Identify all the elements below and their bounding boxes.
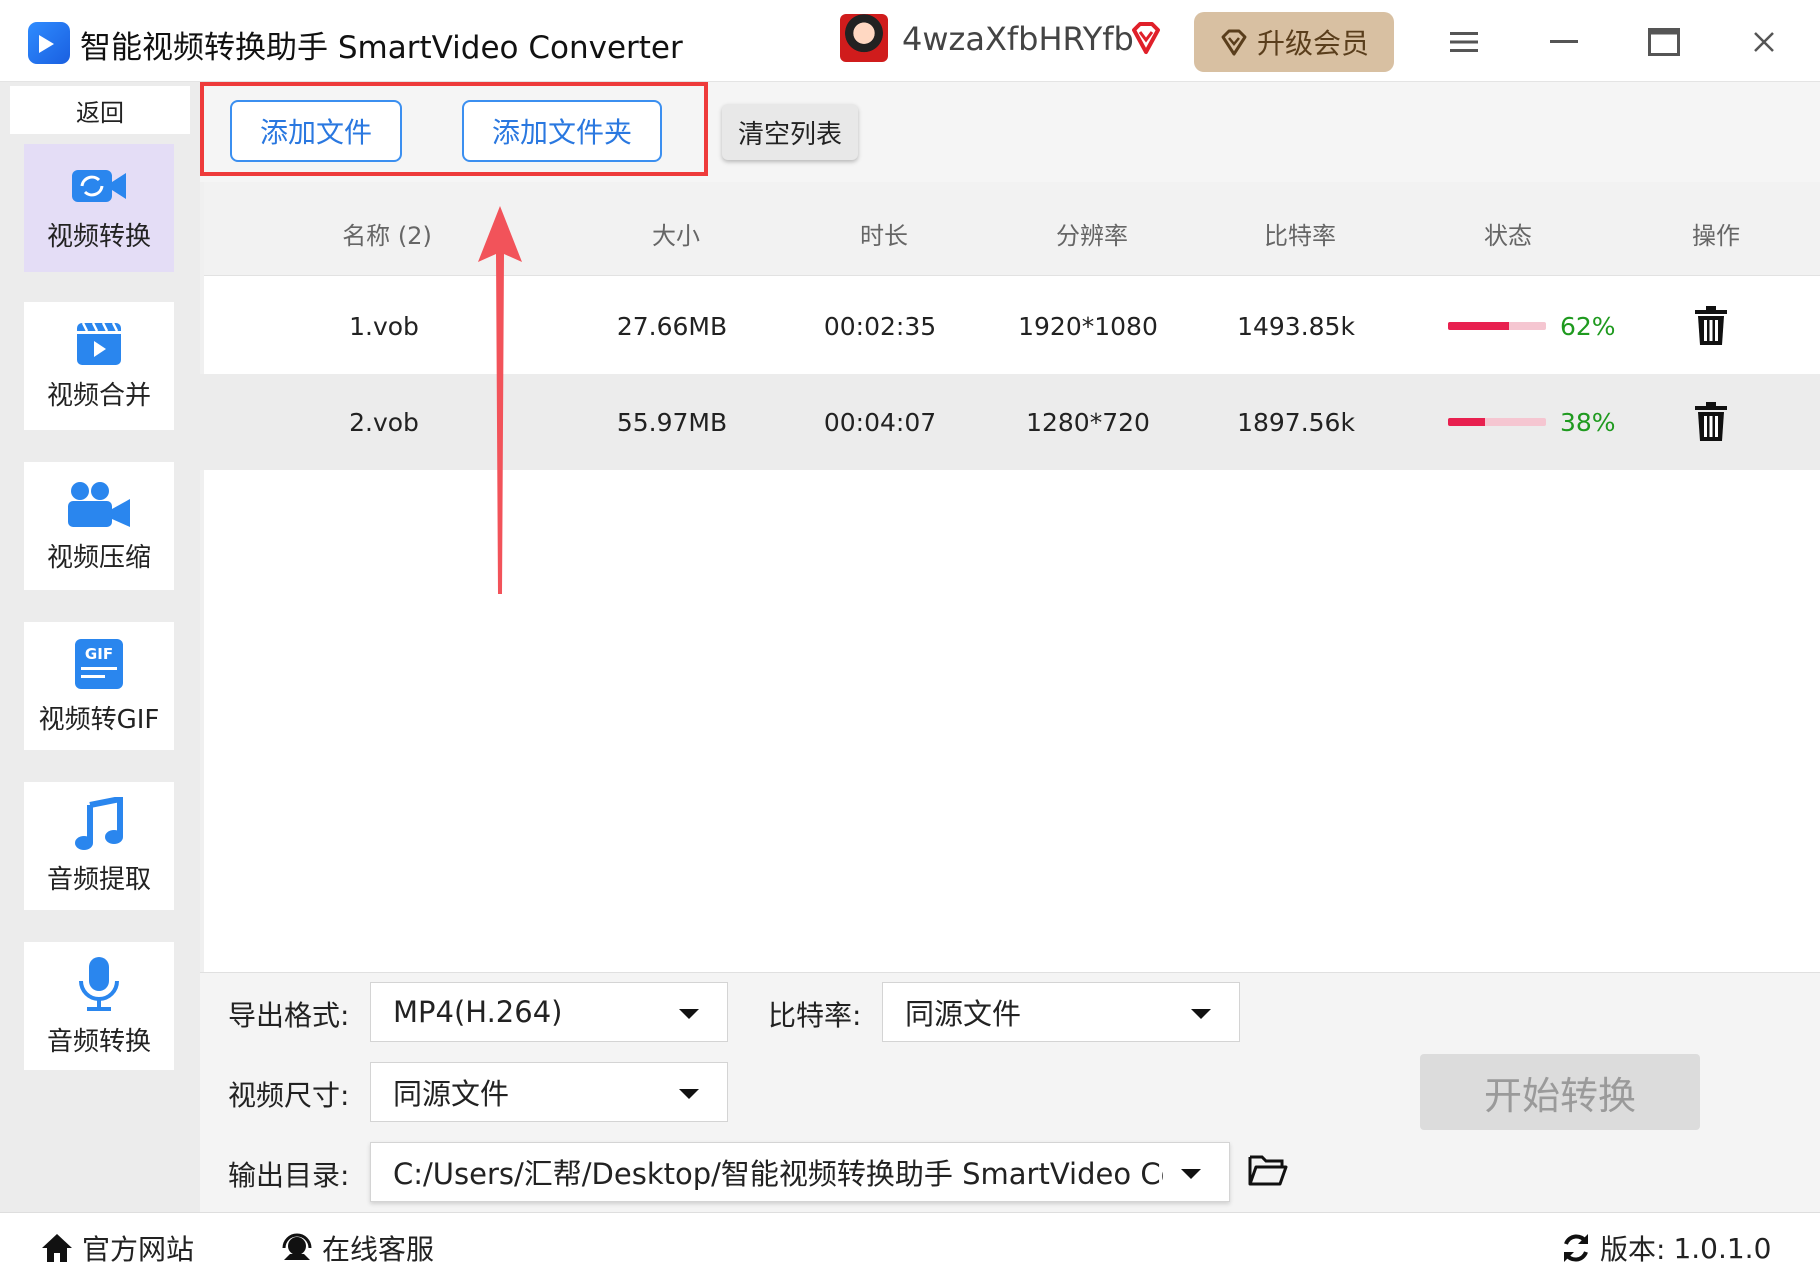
progress-bar-fill	[1448, 322, 1509, 330]
progress-percent: 38%	[1560, 408, 1616, 437]
clear-list-button[interactable]: 清空列表	[722, 104, 858, 160]
bitrate-select[interactable]: 同源文件	[882, 982, 1240, 1042]
version-value: 1.0.1.0	[1673, 1231, 1772, 1265]
progress-percent: 62%	[1560, 312, 1616, 341]
progress-bar	[1448, 322, 1546, 330]
chevron-down-icon	[1191, 1009, 1211, 1019]
menu-icon[interactable]	[1444, 22, 1484, 62]
svg-text:GIF: GIF	[85, 645, 113, 663]
sidebar-item-label: 音频转换	[46, 1026, 151, 1057]
official-website-label: 官方网站	[82, 1233, 195, 1266]
progress-bar-fill	[1448, 418, 1486, 426]
trash-icon[interactable]	[1694, 306, 1728, 346]
official-website-link[interactable]: 官方网站	[40, 1228, 194, 1268]
cell-size: 55.97MB	[616, 408, 728, 437]
output-dir-label: 输出目录:	[228, 1159, 350, 1192]
sidebar-item-audio-convert[interactable]: 音频转换	[24, 942, 174, 1070]
start-convert-button[interactable]: 开始转换	[1420, 1054, 1700, 1130]
annotation-arrow	[478, 206, 522, 594]
trash-icon[interactable]	[1694, 402, 1728, 442]
version-info: 版本: 1.0.1.0	[1560, 1228, 1771, 1268]
video-size-label: 视频尺寸:	[228, 1079, 350, 1112]
app-logo-icon	[28, 22, 70, 64]
sidebar-item-video-convert[interactable]: 视频转换	[24, 144, 174, 272]
sidebar-item-video-compress[interactable]: 视频压缩	[24, 462, 174, 590]
vip-diamond-icon	[1132, 22, 1160, 54]
cell-bitrate: 1897.56k	[1237, 408, 1355, 437]
format-value: MP4(H.264)	[393, 995, 563, 1029]
online-support-label: 在线客服	[322, 1233, 435, 1266]
maximize-icon[interactable]	[1644, 22, 1684, 62]
chevron-down-icon	[679, 1089, 699, 1099]
sidebar-item-video-gif[interactable]: GIF 视频转GIF	[24, 622, 174, 750]
output-dir-value: C:/Users/汇帮/Desktop/智能视频转换助手 SmartVideo …	[393, 1157, 1163, 1191]
bitrate-value: 同源文件	[905, 997, 1022, 1031]
column-header-actions: 操作	[1692, 222, 1740, 250]
upgrade-label: 升级会员	[1256, 27, 1369, 60]
column-header-name[interactable]: 名称 (2)	[342, 216, 432, 251]
cell-name: 1.vob	[349, 312, 419, 341]
cell-duration: 00:02:35	[823, 312, 937, 341]
cell-resolution: 1920*1080	[1018, 312, 1158, 341]
column-header-status[interactable]: 状态	[1484, 216, 1532, 251]
cell-name: 2.vob	[349, 408, 419, 437]
output-dir-select[interactable]: C:/Users/汇帮/Desktop/智能视频转换助手 SmartVideo …	[370, 1142, 1230, 1202]
sidebar-item-audio-extract[interactable]: 音频提取	[24, 782, 174, 910]
format-select[interactable]: MP4(H.264)	[370, 982, 728, 1042]
bitrate-label: 比特率:	[768, 999, 862, 1032]
annotation-highlight-box	[200, 82, 708, 176]
avatar[interactable]	[840, 14, 888, 62]
version-label: 版本:	[1600, 1233, 1666, 1266]
progress-bar	[1448, 418, 1546, 426]
chevron-down-icon	[679, 1009, 699, 1019]
sidebar-item-label: 视频合并	[46, 380, 151, 411]
video-size-value: 同源文件	[393, 1077, 510, 1111]
column-header-duration[interactable]: 时长	[860, 216, 908, 251]
footer-bar	[0, 1212, 1820, 1280]
video-merge-icon	[77, 321, 121, 365]
music-note-icon	[75, 796, 123, 850]
diamond-icon	[1221, 29, 1247, 56]
sidebar-item-label: 视频转换	[46, 221, 151, 252]
table-header	[204, 182, 1820, 276]
close-icon[interactable]	[1744, 22, 1784, 62]
minimize-icon[interactable]	[1544, 22, 1584, 62]
cell-resolution: 1280*720	[1026, 408, 1150, 437]
refresh-icon[interactable]	[1560, 1232, 1592, 1264]
cell-size: 27.66MB	[616, 312, 728, 341]
app-title: 智能视频转换助手 SmartVideo Converter	[80, 30, 683, 66]
column-header-size[interactable]: 大小	[652, 216, 700, 251]
back-button[interactable]: 返回	[10, 86, 190, 134]
folder-open-icon[interactable]	[1248, 1153, 1288, 1187]
cell-duration: 00:04:07	[823, 408, 937, 437]
username: 4wzaXfbHRYfb	[902, 20, 1134, 58]
chevron-down-icon	[1181, 1169, 1201, 1179]
headset-icon	[282, 1233, 312, 1260]
sidebar-item-label: 视频压缩	[46, 542, 151, 573]
video-convert-icon	[72, 169, 126, 202]
sidebar-item-label: 视频转GIF	[38, 704, 160, 735]
column-header-resolution[interactable]: 分辨率	[1056, 216, 1128, 251]
upgrade-vip-button[interactable]: 升级会员	[1194, 12, 1394, 72]
gif-icon: GIF	[75, 638, 123, 689]
column-header-bitrate[interactable]: 比特率	[1264, 216, 1336, 251]
sidebar-item-video-merge[interactable]: 视频合并	[24, 302, 174, 430]
video-size-select[interactable]: 同源文件	[370, 1062, 728, 1122]
format-label: 导出格式:	[228, 999, 350, 1032]
video-compress-icon	[68, 481, 130, 527]
home-icon	[42, 1234, 72, 1262]
cell-bitrate: 1493.85k	[1237, 312, 1355, 341]
online-support-link[interactable]: 在线客服	[280, 1228, 434, 1268]
microphone-icon	[79, 956, 119, 1011]
sidebar-item-label: 音频提取	[46, 864, 151, 895]
